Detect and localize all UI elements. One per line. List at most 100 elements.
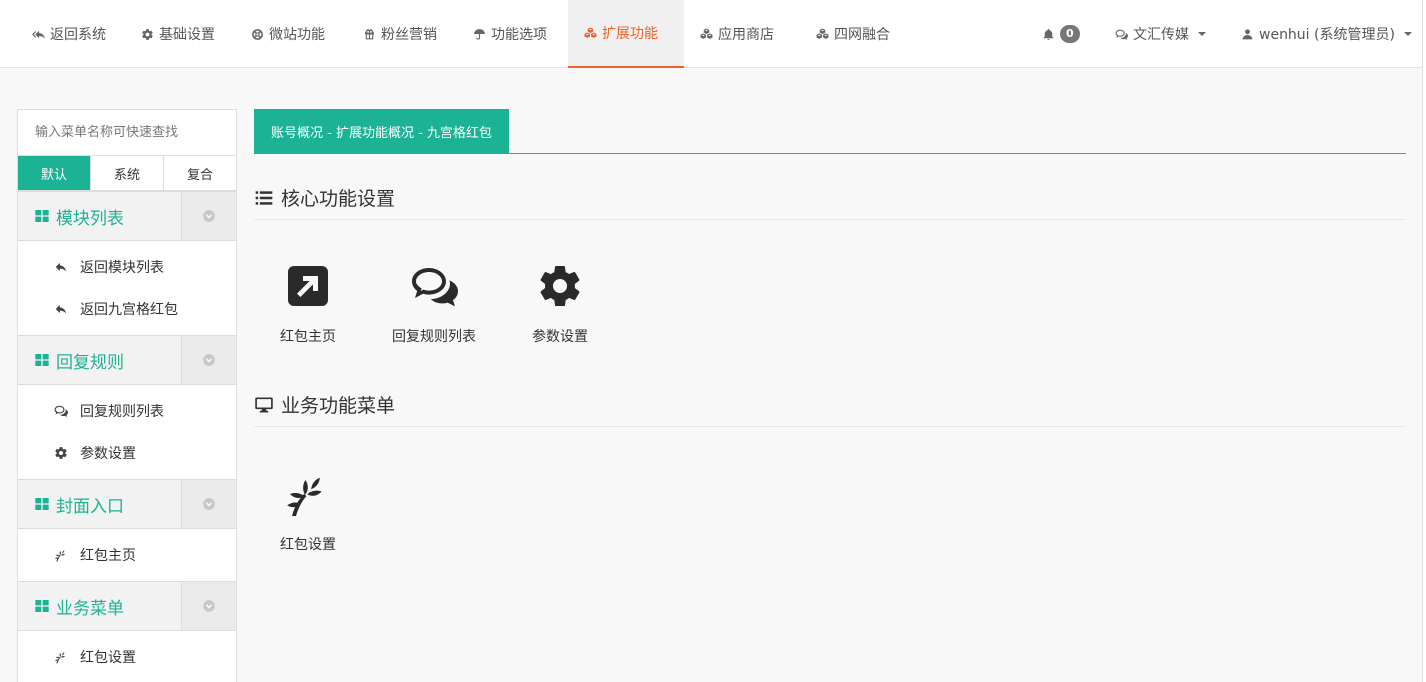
breadcrumb: 账号概况 - 扩展功能概况 - 九宫格红包 xyxy=(254,109,509,154)
th-large-icon xyxy=(34,496,50,512)
tab-default[interactable]: 默认 xyxy=(18,156,91,190)
nav-label: 微站功能 xyxy=(269,27,325,43)
group-header-reply-rules: 回复规则 xyxy=(18,335,236,385)
tile-redpacket-settings[interactable]: 红包设置 xyxy=(253,470,363,554)
sidebar-search xyxy=(18,110,236,156)
nav-extensions[interactable]: 扩展功能 xyxy=(568,0,684,68)
nav-four-network[interactable]: 四网融合 xyxy=(800,0,906,68)
scrollbar[interactable] xyxy=(1422,0,1426,682)
sidebar-item-label: 返回九宫格红包 xyxy=(80,302,178,318)
gift-icon xyxy=(363,28,376,41)
desktop-icon xyxy=(254,395,274,415)
sidebar-item-back-module-list[interactable]: 返回模块列表 xyxy=(18,246,236,288)
nav-app-store[interactable]: 应用商店 xyxy=(684,0,790,68)
caret-down-icon xyxy=(1198,32,1206,36)
external-link-square-icon xyxy=(284,262,332,310)
tile-redpacket-home[interactable]: 红包主页 xyxy=(253,262,363,346)
comments-icon xyxy=(1115,28,1128,41)
gear-icon xyxy=(54,446,68,460)
sidebar-item-reply-rule-list[interactable]: 回复规则列表 xyxy=(18,390,236,432)
breadcrumb-bar: 账号概况 - 扩展功能概况 - 九宫格红包 xyxy=(254,109,1406,154)
sidebar-item-label: 参数设置 xyxy=(80,446,136,462)
group-body: 红包设置 xyxy=(18,631,236,682)
notifications-button[interactable]: 0 xyxy=(1026,0,1096,68)
nav-label: 返回系统 xyxy=(50,27,106,43)
group-toggle-button[interactable] xyxy=(181,480,236,528)
nav-back-to-system[interactable]: 返回系统 xyxy=(16,0,122,68)
gear-icon xyxy=(141,28,154,41)
group-header-module-list: 模块列表 xyxy=(18,191,236,241)
group-title[interactable]: 模块列表 xyxy=(18,192,181,240)
comments-icon xyxy=(54,404,68,418)
group-header-cover-entry: 封面入口 xyxy=(18,479,236,529)
life-ring-icon xyxy=(251,28,264,41)
group-body: 回复规则列表 参数设置 xyxy=(18,385,236,479)
group-title[interactable]: 封面入口 xyxy=(18,480,181,528)
gear-icon xyxy=(536,262,584,310)
group-body: 返回模块列表 返回九宫格红包 xyxy=(18,241,236,335)
nav-basic-settings[interactable]: 基础设置 xyxy=(125,0,231,68)
group-title-label: 模块列表 xyxy=(56,208,124,229)
nav-fan-marketing[interactable]: 粉丝营销 xyxy=(347,0,453,68)
sidebar-item-label: 返回模块列表 xyxy=(80,260,164,276)
group-body: 红包主页 xyxy=(18,529,236,581)
umbrella-icon xyxy=(473,28,486,41)
group-title[interactable]: 回复规则 xyxy=(18,336,181,384)
user-dropdown[interactable]: wenhui (系统管理员) xyxy=(1225,0,1426,68)
account-dropdown[interactable]: 文汇传媒 xyxy=(1099,0,1222,68)
chevron-circle-down-icon xyxy=(202,353,216,367)
cubes-icon xyxy=(584,27,597,40)
chevron-circle-down-icon xyxy=(202,599,216,613)
nav-microsite[interactable]: 微站功能 xyxy=(235,0,341,68)
leaf-icon xyxy=(54,650,68,664)
nav-feature-options[interactable]: 功能选项 xyxy=(457,0,563,68)
nav-label: 粉丝营销 xyxy=(381,27,437,43)
group-toggle-button[interactable] xyxy=(181,582,236,630)
nav-label: 功能选项 xyxy=(491,27,547,43)
cubes-icon xyxy=(816,28,829,41)
tile-label: 回复规则列表 xyxy=(392,329,476,345)
reply-icon xyxy=(54,260,68,274)
sidebar-item-redpacket-home[interactable]: 红包主页 xyxy=(18,534,236,576)
cubes-icon xyxy=(700,28,713,41)
group-title[interactable]: 业务菜单 xyxy=(18,582,181,630)
sidebar-item-label: 红包主页 xyxy=(80,548,136,564)
th-large-icon xyxy=(34,352,50,368)
user-icon xyxy=(1241,28,1254,41)
tile-reply-rule-list[interactable]: 回复规则列表 xyxy=(379,262,489,346)
group-toggle-button[interactable] xyxy=(181,192,236,240)
group-toggle-button[interactable] xyxy=(181,336,236,384)
sidebar-item-redpacket-settings[interactable]: 红包设置 xyxy=(18,636,236,678)
section-title-label: 业务功能菜单 xyxy=(281,395,396,417)
top-navbar: 返回系统 基础设置 微站功能 粉丝营销 功能选项 扩展功能 应用商店 四网融合 … xyxy=(0,0,1422,68)
comments-icon xyxy=(410,262,458,310)
group-title-label: 业务菜单 xyxy=(56,598,124,619)
tile-parameter-settings[interactable]: 参数设置 xyxy=(505,262,615,346)
account-label: 文汇传媒 xyxy=(1133,27,1189,43)
leaf-icon xyxy=(54,548,68,562)
list-icon xyxy=(254,188,274,208)
menu-search-input[interactable] xyxy=(35,125,225,140)
chevron-circle-down-icon xyxy=(202,497,216,511)
user-label: wenhui (系统管理员) xyxy=(1259,27,1395,43)
notification-count-badge: 0 xyxy=(1060,25,1080,43)
th-large-icon xyxy=(34,598,50,614)
group-title-label: 回复规则 xyxy=(56,352,124,373)
sidebar-item-back-nine-grid[interactable]: 返回九宫格红包 xyxy=(18,288,236,330)
sidebar-item-parameter-settings[interactable]: 参数设置 xyxy=(18,432,236,474)
tab-system[interactable]: 系统 xyxy=(91,156,164,190)
bell-icon xyxy=(1042,28,1055,41)
nav-label: 四网融合 xyxy=(834,27,890,43)
caret-down-icon xyxy=(1403,32,1412,36)
chevron-circle-down-icon xyxy=(202,209,216,223)
tile-label: 红包设置 xyxy=(280,537,336,553)
nav-label: 基础设置 xyxy=(159,27,215,43)
nav-label: 扩展功能 xyxy=(602,26,658,42)
reply-all-icon xyxy=(32,28,45,41)
tab-composite[interactable]: 复合 xyxy=(164,156,236,190)
nav-label: 应用商店 xyxy=(718,27,774,43)
tile-label: 红包主页 xyxy=(280,329,336,345)
group-title-label: 封面入口 xyxy=(56,496,124,517)
th-large-icon xyxy=(34,208,50,224)
sidebar-item-label: 回复规则列表 xyxy=(80,404,164,420)
